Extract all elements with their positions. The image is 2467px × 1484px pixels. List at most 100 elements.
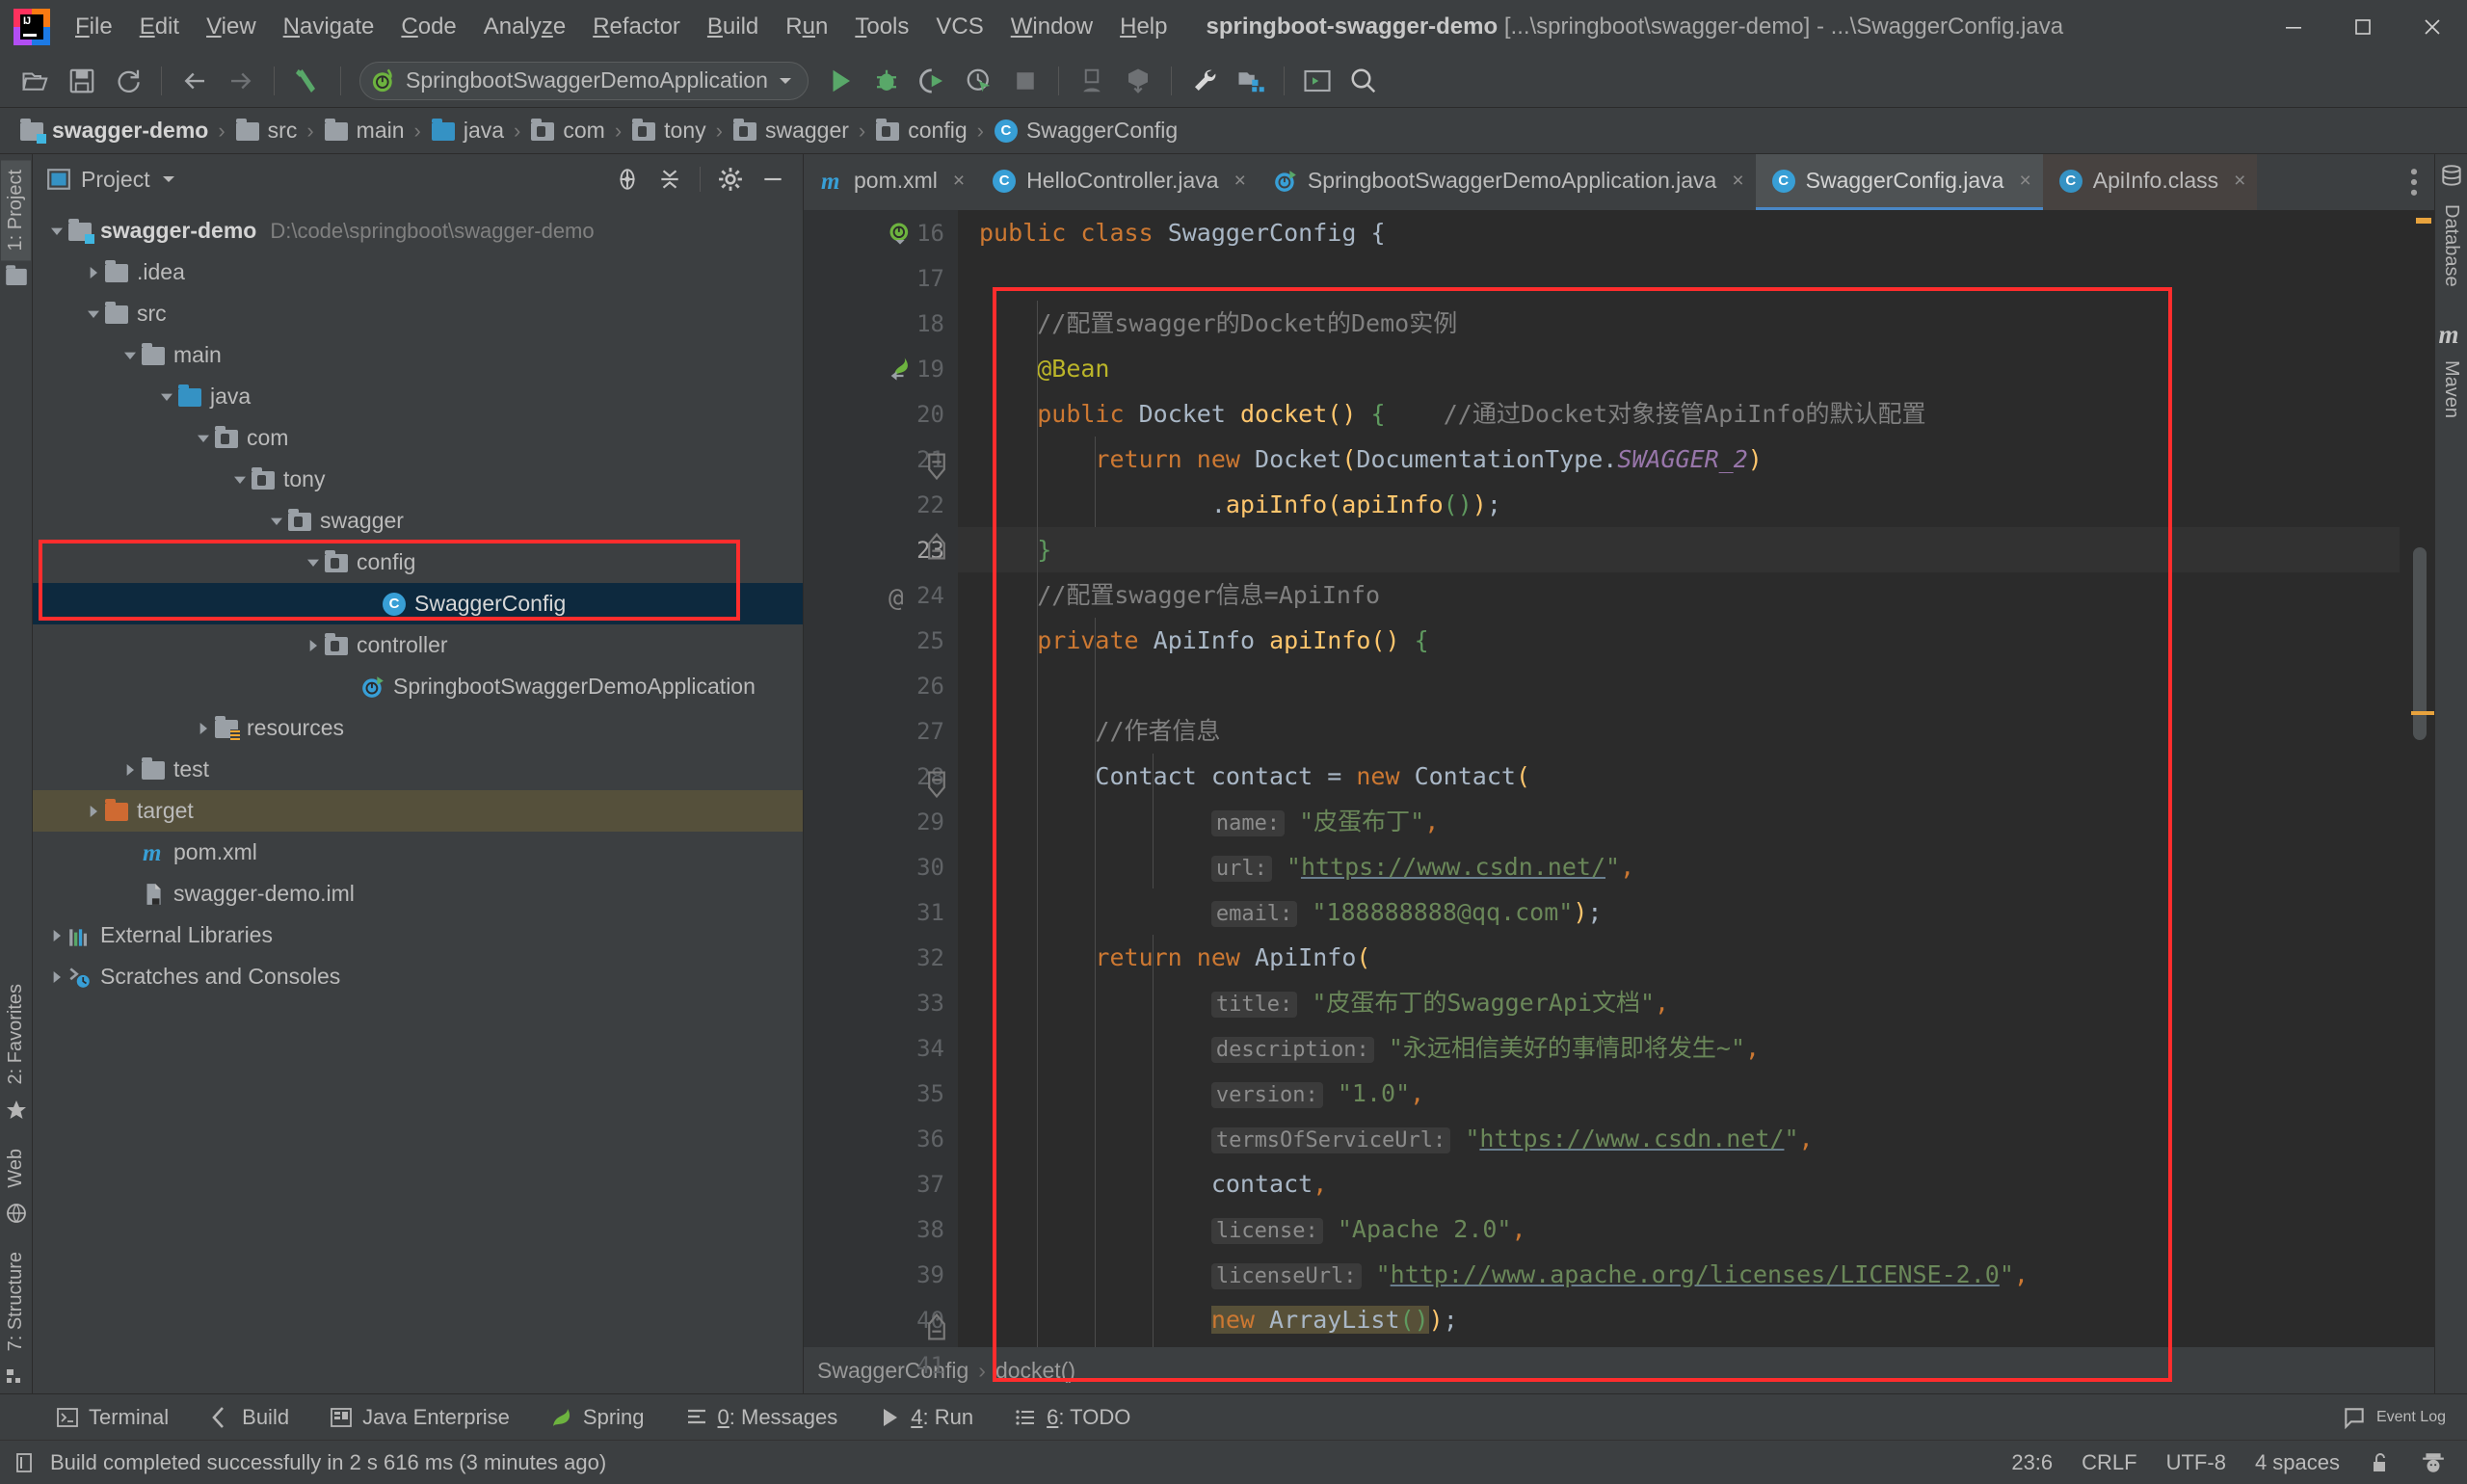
tree-item-springboot-application[interactable]: SpringbootSwaggerDemoApplication bbox=[33, 666, 803, 707]
bottom-tab-spring[interactable]: Spring bbox=[544, 1401, 650, 1434]
save-all-button[interactable] bbox=[60, 61, 104, 101]
tree-item-scratches-and-consoles[interactable]: Scratches and Consoles bbox=[33, 956, 803, 997]
bottom-tab-run[interactable]: 4: Run bbox=[872, 1401, 979, 1434]
chevron-down-icon[interactable] bbox=[160, 171, 177, 188]
run-with-coverage-button[interactable] bbox=[911, 61, 955, 101]
tree-item-com[interactable]: com bbox=[33, 417, 803, 459]
close-button[interactable] bbox=[2398, 0, 2467, 54]
menu-edit[interactable]: Edit bbox=[126, 8, 193, 46]
tree-item-idea[interactable]: .idea bbox=[33, 252, 803, 293]
breadcrumb-main[interactable]: main bbox=[318, 116, 411, 146]
tree-item-target[interactable]: target bbox=[33, 790, 803, 832]
editor-tab-hellocontroller[interactable]: C HelloController.java × bbox=[976, 154, 1258, 210]
panel-settings-button[interactable] bbox=[712, 161, 749, 198]
sidebar-item-structure[interactable]: 7: Structure bbox=[1, 1242, 31, 1361]
bottom-tab-java-enterprise[interactable]: Java Enterprise bbox=[324, 1401, 516, 1434]
sidebar-item-maven[interactable]: Maven bbox=[2436, 351, 2466, 428]
menu-file[interactable]: File bbox=[62, 8, 126, 46]
chevron-down-icon[interactable] bbox=[193, 428, 214, 449]
chevron-right-icon[interactable] bbox=[83, 262, 104, 283]
warning-marker[interactable] bbox=[2416, 218, 2431, 224]
sidebar-item-favorites[interactable]: 2: Favorites bbox=[1, 974, 31, 1094]
caret-position[interactable]: 23:6 bbox=[2011, 1450, 2053, 1475]
menu-build[interactable]: Build bbox=[694, 8, 772, 46]
chevron-right-icon[interactable] bbox=[83, 801, 104, 822]
tree-item-config[interactable]: config bbox=[33, 542, 803, 583]
menu-navigate[interactable]: Navigate bbox=[270, 8, 388, 46]
breadcrumb-com[interactable]: com bbox=[524, 116, 610, 146]
menu-vcs[interactable]: VCS bbox=[922, 8, 996, 46]
sync-button[interactable] bbox=[106, 61, 150, 101]
breadcrumb-java[interactable]: java bbox=[425, 116, 510, 146]
push-button[interactable] bbox=[1116, 61, 1160, 101]
navigate-forward-button[interactable] bbox=[219, 61, 263, 101]
editor-tab-pom-xml[interactable]: m pom.xml × bbox=[804, 154, 976, 210]
tree-item-java[interactable]: java bbox=[33, 376, 803, 417]
build-project-button[interactable] bbox=[285, 61, 330, 101]
open-terminal-button[interactable] bbox=[1295, 61, 1340, 101]
tree-item-external-libraries[interactable]: External Libraries bbox=[33, 914, 803, 956]
file-encoding[interactable]: UTF-8 bbox=[2166, 1450, 2226, 1475]
tree-item-tony[interactable]: tony bbox=[33, 459, 803, 500]
tree-item-resources[interactable]: resources bbox=[33, 707, 803, 749]
tree-item-main[interactable]: main bbox=[33, 334, 803, 376]
menu-refactor[interactable]: Refactor bbox=[579, 8, 694, 46]
code-text-area[interactable]: public class SwaggerConfig { //配置swagger… bbox=[958, 210, 2400, 1347]
menu-tools[interactable]: Tools bbox=[841, 8, 922, 46]
profile-button[interactable] bbox=[957, 61, 1001, 101]
chevron-down-icon[interactable] bbox=[83, 304, 104, 325]
chevron-right-icon[interactable] bbox=[193, 718, 214, 739]
tree-item-pom-xml[interactable]: m pom.xml bbox=[33, 832, 803, 873]
line-separator[interactable]: CRLF bbox=[2082, 1450, 2136, 1475]
tab-close-icon[interactable]: × bbox=[1234, 170, 1246, 193]
hector-inspector-icon[interactable] bbox=[2421, 1450, 2446, 1475]
breadcrumb-src[interactable]: src bbox=[229, 116, 304, 146]
sidebar-item-web[interactable]: Web bbox=[1, 1139, 31, 1198]
breadcrumb-swaggerconfig[interactable]: C SwaggerConfig bbox=[988, 116, 1183, 146]
open-project-button[interactable] bbox=[13, 61, 58, 101]
breadcrumb-config[interactable]: config bbox=[869, 116, 972, 146]
menu-help[interactable]: Help bbox=[1106, 8, 1180, 46]
tree-item-src[interactable]: src bbox=[33, 293, 803, 334]
menu-code[interactable]: Code bbox=[387, 8, 469, 46]
maximize-button[interactable] bbox=[2328, 0, 2398, 54]
chevron-right-icon[interactable] bbox=[303, 635, 324, 656]
chevron-down-icon[interactable] bbox=[303, 552, 324, 573]
bottom-tab-messages[interactable]: 0: Messages bbox=[679, 1401, 844, 1434]
tab-close-icon[interactable]: × bbox=[2234, 170, 2245, 193]
chevron-right-icon[interactable] bbox=[46, 967, 67, 988]
run-configuration-selector[interactable]: SpringbootSwaggerDemoApplication bbox=[359, 62, 809, 100]
menu-analyze[interactable]: Analyze bbox=[470, 8, 579, 46]
sidebar-item-database[interactable]: Database bbox=[2436, 195, 2466, 297]
tree-item-iml[interactable]: swagger-demo.iml bbox=[33, 873, 803, 914]
editor-tab-overflow[interactable] bbox=[2403, 154, 2434, 210]
tree-item-test[interactable]: test bbox=[33, 749, 803, 790]
bottom-tab-todo[interactable]: 6: TODO bbox=[1008, 1401, 1136, 1434]
tab-close-icon[interactable]: × bbox=[2019, 170, 2030, 193]
sidebar-item-project[interactable]: 1: Project bbox=[1, 160, 31, 260]
editor-tab-apiinfo-class[interactable]: C ApiInfo.class × bbox=[2043, 154, 2258, 210]
menu-view[interactable]: View bbox=[193, 8, 270, 46]
search-everywhere-button[interactable] bbox=[1341, 61, 1386, 101]
chevron-right-icon[interactable] bbox=[46, 925, 67, 946]
indent-setting[interactable]: 4 spaces bbox=[2255, 1450, 2340, 1475]
menu-run[interactable]: Run bbox=[772, 8, 841, 46]
hide-panel-button[interactable] bbox=[755, 161, 791, 198]
collapse-all-button[interactable] bbox=[651, 161, 688, 198]
breadcrumb-tony[interactable]: tony bbox=[625, 116, 711, 146]
tree-item-swaggerconfig[interactable]: C SwaggerConfig bbox=[33, 583, 803, 624]
breadcrumb-swagger[interactable]: swagger bbox=[727, 116, 855, 146]
chevron-down-icon[interactable] bbox=[46, 221, 67, 242]
bottom-tab-build[interactable]: Build bbox=[203, 1401, 295, 1434]
editor-tab-springboot-application[interactable]: SpringbootSwaggerDemoApplication.java × bbox=[1258, 154, 1756, 210]
warning-marker[interactable] bbox=[2411, 711, 2434, 715]
stop-button[interactable] bbox=[1003, 61, 1048, 101]
chevron-right-icon[interactable] bbox=[119, 759, 141, 781]
debug-button[interactable] bbox=[864, 61, 909, 101]
menu-window[interactable]: Window bbox=[997, 8, 1106, 46]
tree-item-swagger[interactable]: swagger bbox=[33, 500, 803, 542]
chevron-down-icon[interactable] bbox=[229, 469, 251, 490]
tab-close-icon[interactable]: × bbox=[1732, 170, 1743, 193]
bottom-tab-terminal[interactable]: Terminal bbox=[50, 1401, 174, 1434]
tab-close-icon[interactable]: × bbox=[953, 170, 965, 193]
